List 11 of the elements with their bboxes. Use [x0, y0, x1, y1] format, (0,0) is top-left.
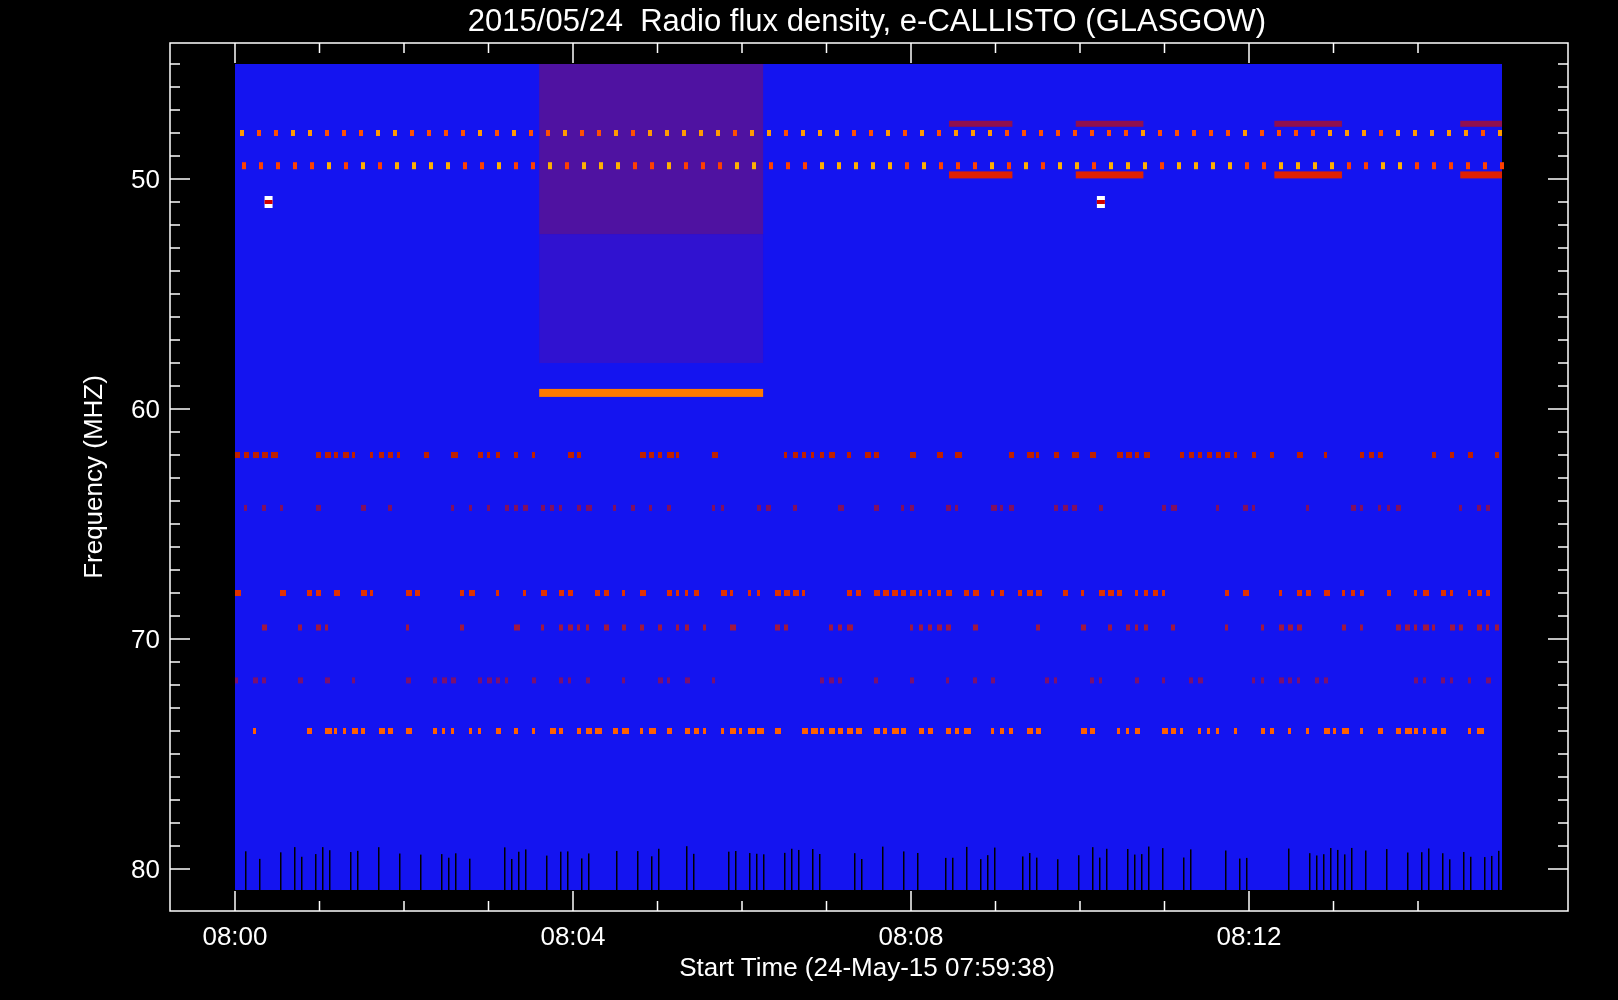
- x-axis-label: Start Time (24-May-15 07:59:38): [679, 952, 1055, 982]
- tick-label: 08:00: [202, 921, 268, 951]
- y-axis-label: Frequency (MHZ): [78, 375, 108, 579]
- tick-label: 08:04: [540, 921, 606, 951]
- tick-label: 08:12: [1216, 921, 1282, 951]
- tick-label: 60: [131, 394, 160, 424]
- tick-label: 80: [131, 854, 160, 884]
- tick-label: 70: [131, 624, 160, 654]
- tick-label: 50: [131, 164, 160, 194]
- plot-title: 2015/05/24 Radio flux density, e-CALLISTO (GLASGOW): [467, 3, 1267, 38]
- tick-label: 08:08: [878, 921, 944, 951]
